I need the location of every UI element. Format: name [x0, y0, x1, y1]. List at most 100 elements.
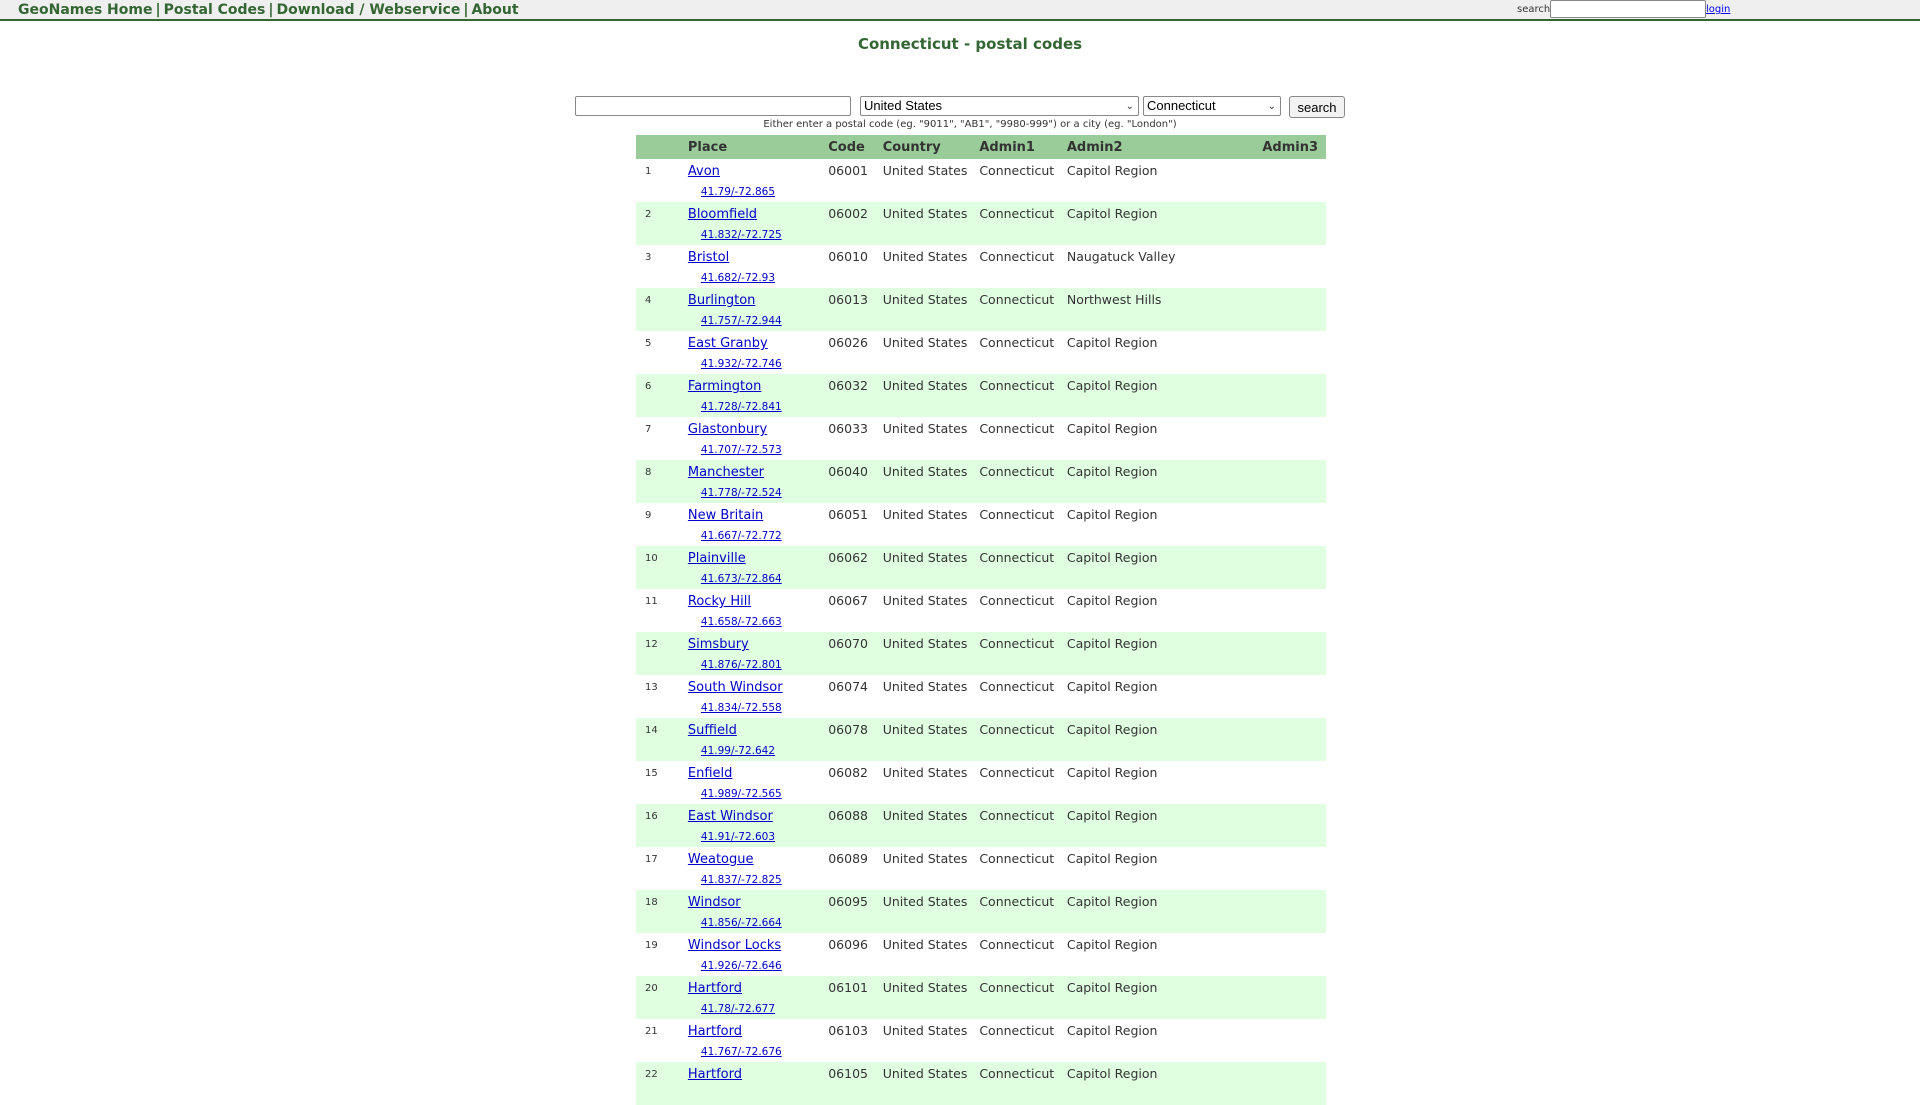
coordinates-link[interactable]: 41.767/-72.676: [701, 1046, 828, 1058]
nav-postal-codes[interactable]: Postal Codes: [164, 2, 266, 18]
nav-geonames-home[interactable]: GeoNames Home: [18, 2, 152, 18]
postal-code: 06010: [828, 249, 868, 264]
postal-code-cell: 06067: [828, 589, 883, 632]
coordinates-link[interactable]: 41.91/-72.603: [701, 831, 828, 843]
place-link[interactable]: Hartford: [688, 981, 742, 996]
coordinates-link[interactable]: 41.876/-72.801: [701, 659, 828, 671]
place-link[interactable]: Simsbury: [688, 637, 749, 652]
postal-code: 06101: [828, 980, 868, 995]
place-link[interactable]: Glastonbury: [688, 422, 767, 437]
country-cell: United States: [882, 331, 980, 374]
coordinates-link[interactable]: 41.926/-72.646: [701, 960, 828, 972]
coordinates-link[interactable]: 41.99/-72.642: [701, 745, 828, 757]
admin2-cell: Capitol Region: [1066, 1019, 1263, 1062]
place-link[interactable]: Bristol: [688, 250, 729, 265]
nav-download-webservice[interactable]: Download / Webservice: [277, 2, 461, 18]
table-row: 15 Enfield 41.989/-72.565 06082 United State…: [636, 761, 1326, 804]
row-index-cell: 5: [636, 331, 688, 374]
postal-code-or-city-input[interactable]: [575, 96, 851, 116]
coordinates-link[interactable]: 41.658/-72.663: [701, 616, 828, 628]
place-link[interactable]: Burlington: [688, 293, 756, 308]
table-row: 13 South Windsor 41.834/-72.558 06074 United…: [636, 675, 1326, 718]
admin2-cell: Capitol Region: [1066, 632, 1263, 675]
country-name: United States: [882, 550, 968, 565]
place-link[interactable]: Windsor Locks: [688, 938, 781, 953]
place-cell: Weatogue 41.837/-72.825: [687, 847, 829, 890]
place-link[interactable]: Enfield: [688, 766, 733, 781]
table-row: 1 Avon 41.79/-72.865 06001 United States Conn…: [636, 159, 1326, 202]
admin1-name: Connecticut: [979, 593, 1055, 608]
row-index: 11: [645, 596, 658, 607]
place-link[interactable]: Rocky Hill: [688, 594, 751, 609]
coordinates-link[interactable]: 41.682/-72.93: [701, 272, 828, 284]
coordinates-link[interactable]: 41.834/-72.558: [701, 702, 828, 714]
country-name: United States: [882, 808, 968, 823]
place-link[interactable]: Hartford: [688, 1024, 742, 1039]
row-index-cell: 16: [636, 804, 688, 847]
admin1-name: Connecticut: [979, 1066, 1055, 1081]
country-cell: United States: [882, 245, 980, 288]
place-cell: Windsor 41.856/-72.664: [687, 890, 829, 933]
place-link[interactable]: Weatogue: [688, 852, 754, 867]
postal-code-cell: 06033: [828, 417, 883, 460]
country-select[interactable]: United States ⌄: [860, 96, 1139, 116]
admin2-name: Capitol Region: [1066, 894, 1158, 909]
postal-code: 06002: [828, 206, 868, 221]
row-index-cell: 19: [636, 933, 688, 976]
postal-code: 06070: [828, 636, 868, 651]
country-cell: United States: [882, 890, 980, 933]
nav-separator: |: [463, 2, 469, 18]
search-button[interactable]: search: [1289, 96, 1345, 118]
admin2-cell: Capitol Region: [1066, 718, 1263, 761]
column-header-place: Place: [687, 135, 829, 159]
coordinates-link[interactable]: 41.778/-72.524: [701, 487, 828, 499]
country-cell: United States: [882, 804, 980, 847]
place-link[interactable]: East Granby: [688, 336, 768, 351]
coordinates-link[interactable]: 41.856/-72.664: [701, 917, 828, 929]
coordinates-link[interactable]: 41.673/-72.864: [701, 573, 828, 585]
coordinates-link[interactable]: 41.707/-72.573: [701, 444, 828, 456]
top-search-input[interactable]: [1550, 0, 1706, 18]
country-cell: United States: [882, 1062, 980, 1105]
coordinates-link[interactable]: 41.832/-72.725: [701, 229, 828, 241]
place-link[interactable]: Manchester: [688, 465, 764, 480]
place-link[interactable]: East Windsor: [688, 809, 773, 824]
coordinates-link[interactable]: 41.728/-72.841: [701, 401, 828, 413]
country-cell: United States: [882, 417, 980, 460]
admin1-name: Connecticut: [979, 980, 1055, 995]
row-index-cell: 9: [636, 503, 688, 546]
admin1-cell: Connecticut: [979, 1062, 1067, 1105]
country-name: United States: [882, 937, 968, 952]
place-link[interactable]: New Britain: [688, 508, 763, 523]
place-link[interactable]: Windsor: [688, 895, 741, 910]
coordinates-link[interactable]: 41.932/-72.746: [701, 358, 828, 370]
coordinates-link[interactable]: 41.989/-72.565: [701, 788, 828, 800]
coordinates-link[interactable]: 41.757/-72.944: [701, 315, 828, 327]
place-link[interactable]: South Windsor: [688, 680, 783, 695]
row-index: 14: [645, 725, 658, 736]
place-link[interactable]: Bloomfield: [688, 207, 757, 222]
postal-code-cell: 06088: [828, 804, 883, 847]
admin-division-select[interactable]: Connecticut ⌄: [1143, 96, 1281, 116]
login-link[interactable]: login: [1706, 4, 1730, 15]
coordinates-link[interactable]: 41.79/-72.865: [701, 186, 828, 198]
place-link[interactable]: Suffield: [688, 723, 737, 738]
admin3-cell: [1262, 976, 1326, 1019]
postal-code: 06078: [828, 722, 868, 737]
postal-code-cell: 06096: [828, 933, 883, 976]
row-index-cell: 4: [636, 288, 688, 331]
postal-code: 06067: [828, 593, 868, 608]
coordinates-link[interactable]: 41.837/-72.825: [701, 874, 828, 886]
place-link[interactable]: Farmington: [688, 379, 761, 394]
admin2-name: Capitol Region: [1066, 507, 1158, 522]
place-link[interactable]: Avon: [688, 164, 720, 179]
admin1-name: Connecticut: [979, 636, 1055, 651]
coordinates-link[interactable]: 41.78/-72.677: [701, 1003, 828, 1015]
admin2-cell: Capitol Region: [1066, 675, 1263, 718]
admin3-cell: [1262, 890, 1326, 933]
nav-about[interactable]: About: [471, 2, 518, 18]
place-link[interactable]: Plainville: [688, 551, 746, 566]
coordinates-link[interactable]: 41.667/-72.772: [701, 530, 828, 542]
row-index-cell: 21: [636, 1019, 688, 1062]
admin2-name: Capitol Region: [1066, 335, 1158, 350]
